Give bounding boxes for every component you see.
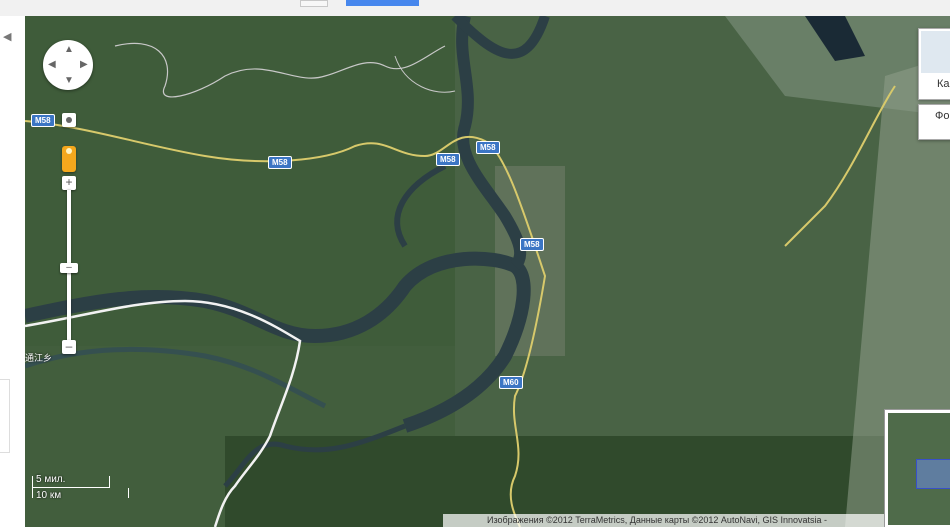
browser-toolbar (0, 0, 950, 17)
map-attribution: Изображения ©2012 TerraMetrics, Данные к… (443, 514, 950, 527)
zoom-out-button[interactable]: – (62, 340, 76, 354)
pegman-icon[interactable] (62, 146, 76, 172)
zoom-in-button[interactable]: + (62, 176, 76, 190)
side-panel-box (0, 379, 10, 453)
road-shield-m60: M60 (499, 376, 523, 389)
pan-down-icon[interactable]: ▼ (64, 76, 74, 86)
toolbar-button[interactable] (346, 0, 419, 6)
overview-viewport[interactable] (916, 459, 950, 489)
map-thumbnail (921, 31, 950, 73)
road-shield-m58: M58 (436, 153, 460, 166)
zoom-target-icon[interactable] (62, 113, 76, 127)
road-shield-m58: M58 (520, 238, 544, 251)
map-type-photo-button[interactable]: Фо (918, 104, 950, 140)
place-label: 通江乡 (25, 353, 53, 363)
map-type-map-button[interactable]: Ка (918, 28, 950, 100)
road-shield-m58: M58 (31, 114, 55, 127)
pan-right-icon[interactable]: ▶ (80, 60, 88, 70)
collapse-panel-icon[interactable]: ◀ (3, 30, 11, 43)
pan-control[interactable]: ▲ ▼ ◀ ▶ (43, 40, 93, 90)
toolbar-field[interactable] (300, 0, 328, 7)
road-shield-m58: M58 (268, 156, 292, 169)
satellite-imagery (25, 16, 950, 527)
overview-map[interactable] (884, 409, 950, 527)
side-panel: ◀ (0, 16, 26, 527)
overview-imagery (888, 413, 950, 525)
pan-left-icon[interactable]: ◀ (48, 60, 56, 70)
scale-metric-label: 10 км (36, 490, 62, 501)
map-type-map-label: Ка (937, 78, 950, 90)
zoom-slider-thumb[interactable]: – (60, 263, 78, 273)
satellite-map[interactable]: ▲ ▼ ◀ ▶ + – – M58 M58 M58 M58 M58 M60 通江… (25, 16, 950, 527)
scale-imperial-label: 5 мил. (36, 474, 66, 485)
road-shield-m58: M58 (476, 141, 500, 154)
map-type-photo-label: Фо (935, 110, 950, 122)
pan-up-icon[interactable]: ▲ (64, 45, 74, 55)
